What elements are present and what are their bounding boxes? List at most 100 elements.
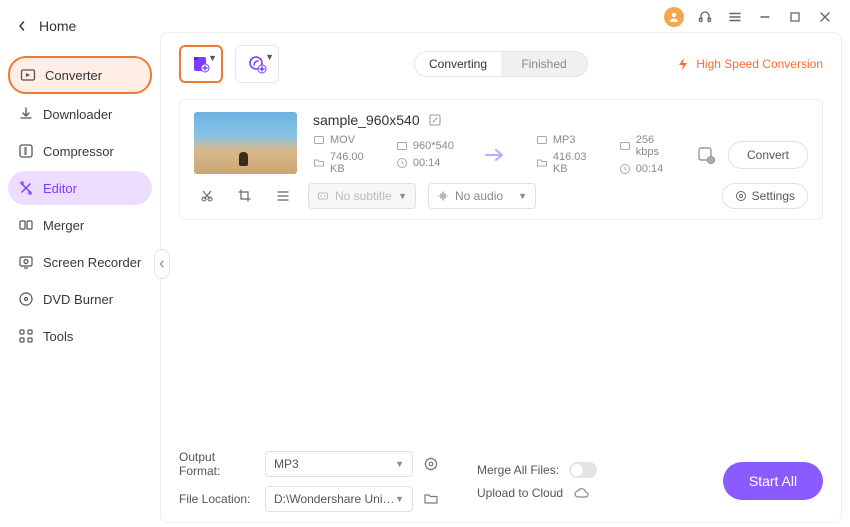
minimize-icon[interactable] [756, 8, 774, 26]
settings-button[interactable]: Settings [722, 183, 808, 209]
video-thumbnail[interactable] [194, 112, 297, 174]
file-title: sample_960x540 [313, 112, 420, 128]
sidebar-collapse-handle[interactable] [154, 249, 170, 279]
file-card: sample_960x540 MOV 746.00 KB 960*540 00:… [179, 99, 823, 220]
dst-bitrate: 256 kbps [636, 134, 670, 158]
tabs: Converting Finished [414, 51, 588, 77]
audio-select[interactable]: No audio ▼ [428, 183, 536, 209]
add-url-button[interactable]: ▼ [235, 45, 279, 83]
file-location-label: File Location: [179, 492, 255, 506]
back-icon[interactable] [17, 21, 27, 31]
sidebar-item-label: DVD Burner [43, 292, 113, 307]
dst-duration: 00:14 [636, 163, 664, 175]
audio-icon [437, 190, 449, 202]
chevron-down-icon: ▼ [395, 494, 404, 504]
crop-icon[interactable] [232, 184, 258, 208]
chevron-down-icon: ▼ [265, 52, 274, 62]
open-folder-icon[interactable] [423, 491, 439, 507]
compressor-icon [17, 142, 35, 160]
output-format-label: Output Format: [179, 450, 255, 478]
menu-icon[interactable] [726, 8, 744, 26]
upload-label: Upload to Cloud [477, 486, 563, 500]
home-label: Home [39, 18, 76, 34]
effects-icon[interactable] [270, 184, 296, 208]
tools-icon [17, 327, 35, 345]
footer: Output Format: MP3 ▼ File Location: D:\W… [179, 440, 823, 512]
src-size: 746.00 KB [330, 151, 370, 175]
chevron-down-icon: ▼ [398, 191, 407, 201]
output-format-select[interactable]: MP3 ▼ [265, 451, 413, 477]
format-settings-icon[interactable] [423, 456, 439, 472]
high-speed-conversion[interactable]: High Speed Conversion [676, 57, 823, 71]
titlebar [160, 4, 842, 32]
main: ▼ ▼ Converting Finished High Speed Conve… [160, 0, 850, 527]
converter-icon [19, 66, 37, 84]
downloader-icon [17, 105, 35, 123]
output-format-value: MP3 [274, 457, 299, 471]
sidebar-item-downloader[interactable]: Downloader [8, 97, 152, 131]
subtitle-value: No subtitle [335, 189, 392, 203]
sidebar-item-label: Downloader [43, 107, 112, 122]
format-icon [536, 134, 548, 146]
chevron-down-icon: ▼ [518, 191, 527, 201]
screen-recorder-icon [17, 253, 35, 271]
sidebar-item-converter[interactable]: Converter [8, 56, 152, 94]
format-icon [313, 134, 325, 146]
content-panel: ▼ ▼ Converting Finished High Speed Conve… [160, 32, 842, 523]
settings-label: Settings [752, 189, 795, 203]
chevron-down-icon: ▼ [208, 53, 217, 63]
sidebar-item-label: Converter [45, 68, 102, 83]
cloud-icon[interactable] [573, 486, 589, 500]
sidebar-item-label: Compressor [43, 144, 114, 159]
file-location-select[interactable]: D:\Wondershare UniConverter 1 ▼ [265, 486, 413, 512]
sidebar-item-editor[interactable]: Editor [8, 171, 152, 205]
chevron-down-icon: ▼ [395, 459, 404, 469]
toolbar: ▼ ▼ Converting Finished High Speed Conve… [179, 45, 823, 83]
sidebar-item-compressor[interactable]: Compressor [8, 134, 152, 168]
clock-icon [619, 163, 631, 175]
audio-value: No audio [455, 189, 503, 203]
src-format: MOV [330, 134, 355, 146]
sidebar-item-label: Screen Recorder [43, 255, 141, 270]
sidebar-item-screen-recorder[interactable]: Screen Recorder [8, 245, 152, 279]
merge-toggle[interactable] [569, 462, 597, 478]
arrow-right-icon [484, 146, 506, 164]
avatar[interactable] [664, 7, 684, 27]
merge-label: Merge All Files: [477, 463, 559, 477]
folder-icon [313, 157, 325, 169]
lightning-icon [676, 57, 690, 71]
trim-icon[interactable] [194, 184, 220, 208]
dst-format: MP3 [553, 134, 576, 146]
maximize-icon[interactable] [786, 8, 804, 26]
sidebar: Home Converter Downloader Compressor Edi… [0, 0, 160, 527]
subtitle-icon [317, 190, 329, 202]
convert-button[interactable]: Convert [728, 141, 808, 169]
sidebar-item-label: Editor [43, 181, 77, 196]
add-file-button[interactable]: ▼ [179, 45, 223, 83]
sidebar-item-label: Tools [43, 329, 73, 344]
dst-size: 416.03 KB [553, 151, 593, 175]
src-resolution: 960*540 [413, 140, 454, 152]
merger-icon [17, 216, 35, 234]
resolution-icon [396, 140, 408, 152]
clock-icon [396, 157, 408, 169]
close-icon[interactable] [816, 8, 834, 26]
file-location-value: D:\Wondershare UniConverter 1 [274, 492, 395, 506]
tab-finished[interactable]: Finished [501, 52, 587, 76]
support-icon[interactable] [696, 8, 714, 26]
sidebar-item-merger[interactable]: Merger [8, 208, 152, 242]
src-duration: 00:14 [413, 157, 441, 169]
sidebar-item-tools[interactable]: Tools [8, 319, 152, 353]
sidebar-item-dvd-burner[interactable]: DVD Burner [8, 282, 152, 316]
high-speed-label: High Speed Conversion [696, 57, 823, 71]
output-preset-icon[interactable] [696, 145, 716, 165]
bitrate-icon [619, 140, 631, 152]
editor-icon [17, 179, 35, 197]
subtitle-select[interactable]: No subtitle ▼ [308, 183, 416, 209]
home-row[interactable]: Home [8, 12, 152, 40]
edit-title-icon[interactable] [428, 113, 442, 127]
sidebar-item-label: Merger [43, 218, 84, 233]
tab-converting[interactable]: Converting [415, 52, 501, 76]
start-all-button[interactable]: Start All [723, 462, 823, 500]
dvd-burner-icon [17, 290, 35, 308]
